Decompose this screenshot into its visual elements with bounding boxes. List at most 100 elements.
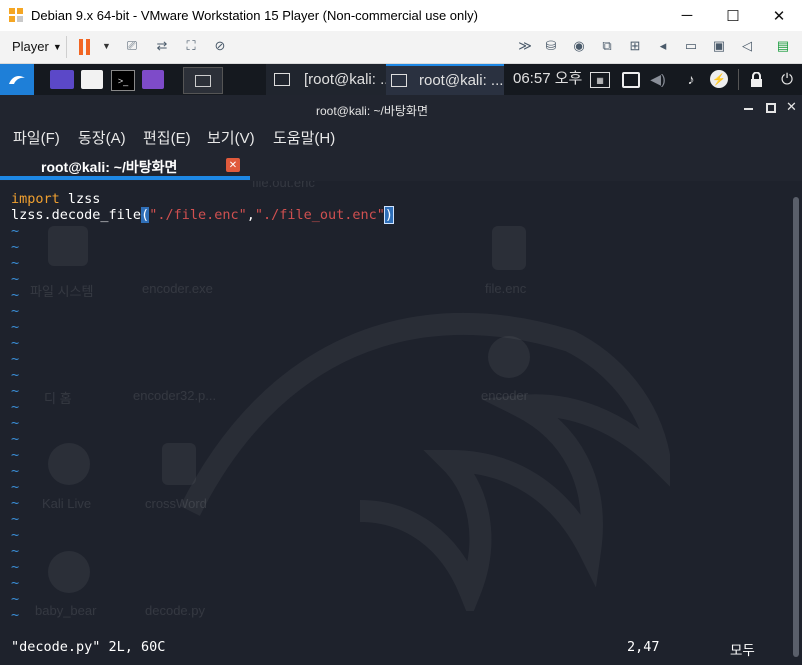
empty-line-marker: ~ [11, 479, 20, 495]
kali-top-panel: >_ [root@kali: ... root@kali: ... 06:57 … [0, 64, 802, 95]
volume-icon[interactable]: ◀) [650, 70, 666, 88]
empty-line-marker: ~ [11, 543, 20, 559]
keyboard-layout-icon[interactable]: ▦ [590, 72, 610, 88]
desktop-ghost-label: encoder.exe [142, 281, 213, 296]
matched-paren-open: ( [141, 207, 150, 223]
lock-screen-icon[interactable] [749, 71, 763, 87]
network-adapter-icon[interactable]: ⧉ [598, 37, 616, 55]
vim-status-line: "decode.py" 2L, 60C 2,47 모두 [0, 633, 790, 665]
workspace-switcher-icon[interactable] [50, 70, 74, 89]
maximize-button[interactable]: ☐ [710, 0, 756, 31]
vmware-title-bar: Debian 9.x 64-bit - VMware Workstation 1… [0, 0, 802, 31]
tab-close-button[interactable]: ✕ [226, 158, 240, 172]
network-icon[interactable]: ⎚ [123, 37, 141, 55]
taskbar-item-terminal-2[interactable]: root@kali: ... [386, 64, 504, 95]
empty-line-marker: ~ [11, 223, 20, 239]
empty-line-marker: ~ [11, 351, 20, 367]
desktop-ghost-label: decode.py [145, 603, 205, 618]
taskbar-item-label: root@kali: ... [419, 72, 504, 89]
desktop-ghost-icon [48, 226, 88, 266]
empty-line-marker: ~ [11, 495, 20, 511]
empty-line-marker: ~ [11, 415, 20, 431]
power-manager-icon[interactable]: ⚡ [710, 70, 728, 88]
terminal-window-title: root@kali: ~/바탕화면 [315, 104, 429, 118]
desktop-ghost-label: file.enc [485, 281, 527, 296]
empty-line-marker: ~ [11, 303, 20, 319]
terminal-close-button[interactable]: ✕ [786, 99, 797, 115]
menu-help[interactable]: 도움말(H) [273, 127, 335, 148]
terminal-title-bar: root@kali: ~/바탕화면 ✕ [0, 95, 802, 123]
empty-line-marker: ~ [11, 335, 20, 351]
file-manager-icon[interactable] [81, 70, 103, 89]
empty-line-marker: ~ [11, 447, 20, 463]
unity-icon[interactable]: ⊘ [211, 37, 229, 55]
message-log-icon[interactable]: ▤ [774, 37, 792, 55]
pause-icon[interactable] [78, 39, 92, 55]
desktop-ghost-label: 디 홈 [44, 391, 72, 406]
menu-view[interactable]: 보기(V) [207, 127, 255, 148]
more-devices-icon[interactable]: ≫ [516, 37, 534, 55]
desktop-ghost-label: baby_bear [35, 603, 97, 618]
chevron-down-icon: ▼ [52, 41, 62, 52]
close-button[interactable]: ✕ [756, 0, 802, 31]
terminal-minimize-button[interactable] [744, 108, 753, 110]
empty-line-marker: ~ [11, 383, 20, 399]
vmware-logo-icon [9, 8, 23, 22]
status-scroll-position: 모두 [730, 643, 755, 659]
desktop-ghost-icon [162, 443, 196, 485]
terminal-window-icon [391, 74, 407, 87]
empty-line-marker: ~ [11, 591, 20, 607]
empty-line-marker: ~ [11, 399, 20, 415]
notifications-bell-icon[interactable]: ♪ [682, 70, 700, 88]
menu-action[interactable]: 동장(A) [78, 127, 126, 148]
scrollbar-thumb[interactable] [793, 197, 799, 657]
player-menu-label: Player [12, 39, 49, 54]
display-icon[interactable] [622, 72, 640, 88]
cd-dvd-icon[interactable]: ◉ [570, 37, 588, 55]
menu-edit[interactable]: 편집(E) [143, 127, 191, 148]
screenshot-tool-icon[interactable] [142, 70, 164, 89]
vim-editor[interactable]: 파일 시스템 encoder.exe file.enc 디 홈 encoder3… [0, 181, 790, 633]
fullscreen-icon[interactable]: ⛶ [182, 37, 200, 55]
terminal-menu-bar: 파일(F) 동장(A) 편집(E) 보기(V) 도움말(H) [0, 123, 802, 151]
empty-line-marker: ~ [11, 287, 20, 303]
power-dropdown-icon[interactable]: ▼ [102, 41, 111, 51]
desktop-ghost-icon [48, 551, 90, 593]
hard-disk-icon[interactable]: ⛁ [542, 37, 560, 55]
menu-file[interactable]: 파일(F) [13, 127, 60, 148]
terminal-maximize-button[interactable] [766, 103, 776, 113]
power-icon[interactable]: ⏻ [778, 70, 796, 88]
desktop-ghost-label: 파일 시스템 [30, 284, 94, 299]
tab-terminal[interactable]: root@kali: ~/바탕화면 ✕ [0, 151, 250, 181]
vmware-toolbar: Player ▼ ▼ ⎚ ⇄ ⛶ ⊘ ≫ ⛁ ◉ ⧉ ⊞ ◂ ▭ ▣ ◁ ▤ [0, 31, 802, 64]
toolbar-divider [66, 36, 67, 58]
clock[interactable]: 06:57 오후 [513, 62, 582, 93]
display-icon[interactable]: ▣ [710, 37, 728, 55]
usb-icon[interactable]: ⊞ [626, 37, 644, 55]
workspace-thumbnail[interactable] [183, 67, 223, 94]
terminal-launcher-icon[interactable]: >_ [111, 70, 135, 91]
string-arg-2: "./file_out.enc" [254, 207, 385, 223]
printer-icon[interactable]: ▭ [682, 37, 700, 55]
terminal-tab-bar: root@kali: ~/바탕화면 ✕ [0, 151, 802, 182]
terminal-window-icon [274, 73, 290, 86]
code-line-1: import lzss [11, 191, 100, 207]
taskbar-item-terminal-1[interactable]: [root@kali: ... [266, 64, 386, 95]
string-arg-1: "./file.enc" [149, 207, 247, 223]
desktop-ghost-label: encoder [481, 388, 528, 403]
empty-line-marker: ~ [11, 527, 20, 543]
desktop-ghost-label: file.out.enc [252, 181, 315, 190]
desktop-ghost-label: encoder32.p... [133, 388, 217, 403]
audio-icon[interactable]: ◁ [738, 37, 756, 55]
desktop-ghost-label: Kali Live [42, 496, 92, 511]
tab-label: root@kali: ~/바탕화면 [41, 159, 178, 175]
kali-menu-dragon-icon[interactable] [0, 64, 34, 95]
minimize-button[interactable]: ─ [664, 0, 710, 31]
send-ctrl-alt-del-icon[interactable]: ⇄ [153, 37, 171, 55]
empty-line-marker: ~ [11, 607, 20, 623]
sound-card-icon[interactable]: ◂ [654, 37, 672, 55]
cursor-paren-close: ) [383, 206, 395, 224]
editor-scrollbar[interactable] [790, 181, 802, 665]
player-menu-button[interactable]: Player ▼ [12, 39, 62, 54]
active-tab-indicator [0, 176, 250, 180]
